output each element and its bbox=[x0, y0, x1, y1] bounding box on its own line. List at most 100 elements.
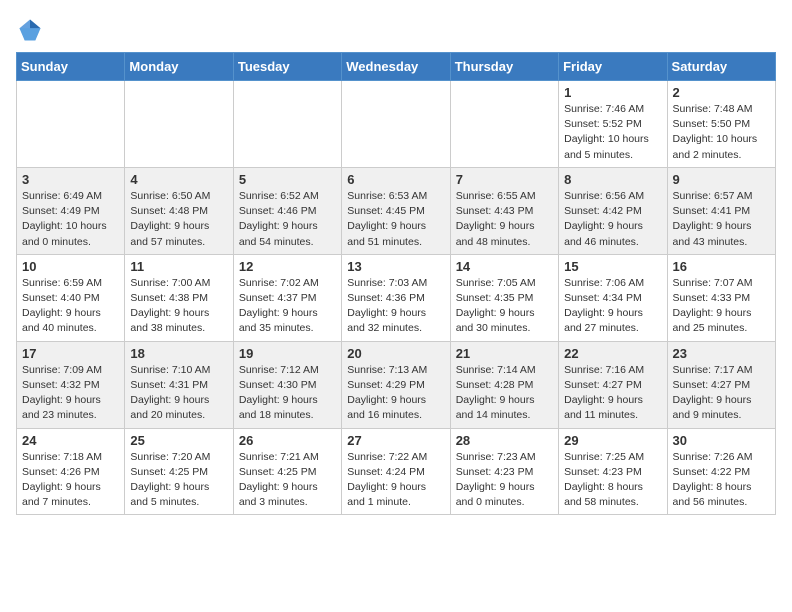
day-info: Sunrise: 7:16 AM Sunset: 4:27 PM Dayligh… bbox=[564, 363, 661, 424]
week-row-4: 17 Sunrise: 7:09 AM Sunset: 4:32 PM Dayli… bbox=[17, 341, 776, 428]
week-row-5: 24Sunrise: 7:18 AM Sunset: 4:26 PM Dayli… bbox=[17, 428, 776, 515]
day-info: Sunrise: 7:12 AM Sunset: 4:30 PM Dayligh… bbox=[239, 363, 336, 424]
day-number: 14 bbox=[456, 259, 553, 274]
day-cell: 27 Sunrise: 7:22 AM Sunset: 4:24 PM Dayli… bbox=[342, 428, 450, 515]
day-cell: 15 Sunrise: 7:06 AM Sunset: 4:34 PM Dayli… bbox=[559, 254, 667, 341]
day-info: Sunrise: 7:17 AM Sunset: 4:27 PM Dayligh… bbox=[673, 363, 770, 424]
weekday-header-thursday: Thursday bbox=[450, 53, 558, 81]
day-cell: 28Sunrise: 7:23 AM Sunset: 4:23 PM Dayli… bbox=[450, 428, 558, 515]
day-info: Sunrise: 7:18 AM Sunset: 4:26 PM Dayligh… bbox=[22, 450, 119, 511]
day-cell: 4 Sunrise: 6:50 AM Sunset: 4:48 PM Daylig… bbox=[125, 167, 233, 254]
day-info: Sunrise: 7:14 AM Sunset: 4:28 PM Dayligh… bbox=[456, 363, 553, 424]
day-cell: 13 Sunrise: 7:03 AM Sunset: 4:36 PM Dayli… bbox=[342, 254, 450, 341]
day-number: 4 bbox=[130, 172, 227, 187]
day-number: 15 bbox=[564, 259, 661, 274]
day-cell: 26Sunrise: 7:21 AM Sunset: 4:25 PM Dayli… bbox=[233, 428, 341, 515]
day-cell: 30 Sunrise: 7:26 AM Sunset: 4:22 PM Dayli… bbox=[667, 428, 775, 515]
day-info: Sunrise: 7:48 AM Sunset: 5:50 PM Dayligh… bbox=[673, 102, 770, 163]
day-info: Sunrise: 6:59 AM Sunset: 4:40 PM Dayligh… bbox=[22, 276, 119, 337]
day-info: Sunrise: 7:06 AM Sunset: 4:34 PM Dayligh… bbox=[564, 276, 661, 337]
day-number: 2 bbox=[673, 85, 770, 100]
calendar: SundayMondayTuesdayWednesdayThursdayFrid… bbox=[16, 52, 776, 515]
day-number: 30 bbox=[673, 433, 770, 448]
day-number: 11 bbox=[130, 259, 227, 274]
day-info: Sunrise: 7:21 AM Sunset: 4:25 PM Dayligh… bbox=[239, 450, 336, 511]
day-cell: 6 Sunrise: 6:53 AM Sunset: 4:45 PM Daylig… bbox=[342, 167, 450, 254]
day-cell bbox=[125, 81, 233, 168]
day-number: 6 bbox=[347, 172, 444, 187]
day-info: Sunrise: 6:53 AM Sunset: 4:45 PM Dayligh… bbox=[347, 189, 444, 250]
day-number: 29 bbox=[564, 433, 661, 448]
day-cell: 18 Sunrise: 7:10 AM Sunset: 4:31 PM Dayli… bbox=[125, 341, 233, 428]
day-number: 8 bbox=[564, 172, 661, 187]
day-cell: 3 Sunrise: 6:49 AM Sunset: 4:49 PM Daylig… bbox=[17, 167, 125, 254]
day-cell: 19Sunrise: 7:12 AM Sunset: 4:30 PM Dayli… bbox=[233, 341, 341, 428]
day-number: 27 bbox=[347, 433, 444, 448]
logo bbox=[16, 16, 48, 44]
day-cell: 25 Sunrise: 7:20 AM Sunset: 4:25 PM Dayli… bbox=[125, 428, 233, 515]
day-number: 5 bbox=[239, 172, 336, 187]
day-info: Sunrise: 6:57 AM Sunset: 4:41 PM Dayligh… bbox=[673, 189, 770, 250]
day-number: 17 bbox=[22, 346, 119, 361]
day-info: Sunrise: 7:46 AM Sunset: 5:52 PM Dayligh… bbox=[564, 102, 661, 163]
day-cell: 21Sunrise: 7:14 AM Sunset: 4:28 PM Dayli… bbox=[450, 341, 558, 428]
day-cell: 11 Sunrise: 7:00 AM Sunset: 4:38 PM Dayli… bbox=[125, 254, 233, 341]
day-cell: 8 Sunrise: 6:56 AM Sunset: 4:42 PM Daylig… bbox=[559, 167, 667, 254]
day-info: Sunrise: 7:02 AM Sunset: 4:37 PM Dayligh… bbox=[239, 276, 336, 337]
day-cell bbox=[233, 81, 341, 168]
day-cell: 24Sunrise: 7:18 AM Sunset: 4:26 PM Dayli… bbox=[17, 428, 125, 515]
day-number: 25 bbox=[130, 433, 227, 448]
day-info: Sunrise: 7:09 AM Sunset: 4:32 PM Dayligh… bbox=[22, 363, 119, 424]
logo-icon bbox=[16, 16, 44, 44]
day-info: Sunrise: 7:05 AM Sunset: 4:35 PM Dayligh… bbox=[456, 276, 553, 337]
day-number: 20 bbox=[347, 346, 444, 361]
day-number: 9 bbox=[673, 172, 770, 187]
weekday-header-row: SundayMondayTuesdayWednesdayThursdayFrid… bbox=[17, 53, 776, 81]
weekday-header-friday: Friday bbox=[559, 53, 667, 81]
weekday-header-sunday: Sunday bbox=[17, 53, 125, 81]
day-number: 10 bbox=[22, 259, 119, 274]
day-cell: 2 Sunrise: 7:48 AM Sunset: 5:50 PM Daylig… bbox=[667, 81, 775, 168]
day-info: Sunrise: 6:49 AM Sunset: 4:49 PM Dayligh… bbox=[22, 189, 119, 250]
week-row-2: 3 Sunrise: 6:49 AM Sunset: 4:49 PM Daylig… bbox=[17, 167, 776, 254]
day-number: 18 bbox=[130, 346, 227, 361]
day-number: 7 bbox=[456, 172, 553, 187]
day-number: 13 bbox=[347, 259, 444, 274]
day-cell: 20 Sunrise: 7:13 AM Sunset: 4:29 PM Dayli… bbox=[342, 341, 450, 428]
day-info: Sunrise: 7:20 AM Sunset: 4:25 PM Dayligh… bbox=[130, 450, 227, 511]
day-info: Sunrise: 6:56 AM Sunset: 4:42 PM Dayligh… bbox=[564, 189, 661, 250]
day-number: 16 bbox=[673, 259, 770, 274]
day-info: Sunrise: 6:55 AM Sunset: 4:43 PM Dayligh… bbox=[456, 189, 553, 250]
day-cell: 9 Sunrise: 6:57 AM Sunset: 4:41 PM Daylig… bbox=[667, 167, 775, 254]
day-cell: 1 Sunrise: 7:46 AM Sunset: 5:52 PM Daylig… bbox=[559, 81, 667, 168]
weekday-header-tuesday: Tuesday bbox=[233, 53, 341, 81]
day-info: Sunrise: 7:07 AM Sunset: 4:33 PM Dayligh… bbox=[673, 276, 770, 337]
day-info: Sunrise: 7:22 AM Sunset: 4:24 PM Dayligh… bbox=[347, 450, 444, 511]
day-cell bbox=[342, 81, 450, 168]
weekday-header-monday: Monday bbox=[125, 53, 233, 81]
day-cell: 22Sunrise: 7:16 AM Sunset: 4:27 PM Dayli… bbox=[559, 341, 667, 428]
day-info: Sunrise: 7:00 AM Sunset: 4:38 PM Dayligh… bbox=[130, 276, 227, 337]
day-info: Sunrise: 6:52 AM Sunset: 4:46 PM Dayligh… bbox=[239, 189, 336, 250]
page: SundayMondayTuesdayWednesdayThursdayFrid… bbox=[0, 0, 792, 525]
day-info: Sunrise: 7:13 AM Sunset: 4:29 PM Dayligh… bbox=[347, 363, 444, 424]
day-info: Sunrise: 7:03 AM Sunset: 4:36 PM Dayligh… bbox=[347, 276, 444, 337]
day-info: Sunrise: 6:50 AM Sunset: 4:48 PM Dayligh… bbox=[130, 189, 227, 250]
day-cell: 16 Sunrise: 7:07 AM Sunset: 4:33 PM Dayli… bbox=[667, 254, 775, 341]
day-cell: 10 Sunrise: 6:59 AM Sunset: 4:40 PM Dayli… bbox=[17, 254, 125, 341]
day-number: 12 bbox=[239, 259, 336, 274]
day-cell: 5 Sunrise: 6:52 AM Sunset: 4:46 PM Daylig… bbox=[233, 167, 341, 254]
weekday-header-wednesday: Wednesday bbox=[342, 53, 450, 81]
day-info: Sunrise: 7:25 AM Sunset: 4:23 PM Dayligh… bbox=[564, 450, 661, 511]
day-cell bbox=[17, 81, 125, 168]
day-cell: 23 Sunrise: 7:17 AM Sunset: 4:27 PM Dayli… bbox=[667, 341, 775, 428]
day-number: 3 bbox=[22, 172, 119, 187]
day-cell: 7 Sunrise: 6:55 AM Sunset: 4:43 PM Daylig… bbox=[450, 167, 558, 254]
day-info: Sunrise: 7:26 AM Sunset: 4:22 PM Dayligh… bbox=[673, 450, 770, 511]
day-number: 1 bbox=[564, 85, 661, 100]
day-number: 28 bbox=[456, 433, 553, 448]
day-number: 23 bbox=[673, 346, 770, 361]
week-row-1: 1 Sunrise: 7:46 AM Sunset: 5:52 PM Daylig… bbox=[17, 81, 776, 168]
day-info: Sunrise: 7:10 AM Sunset: 4:31 PM Dayligh… bbox=[130, 363, 227, 424]
day-cell bbox=[450, 81, 558, 168]
